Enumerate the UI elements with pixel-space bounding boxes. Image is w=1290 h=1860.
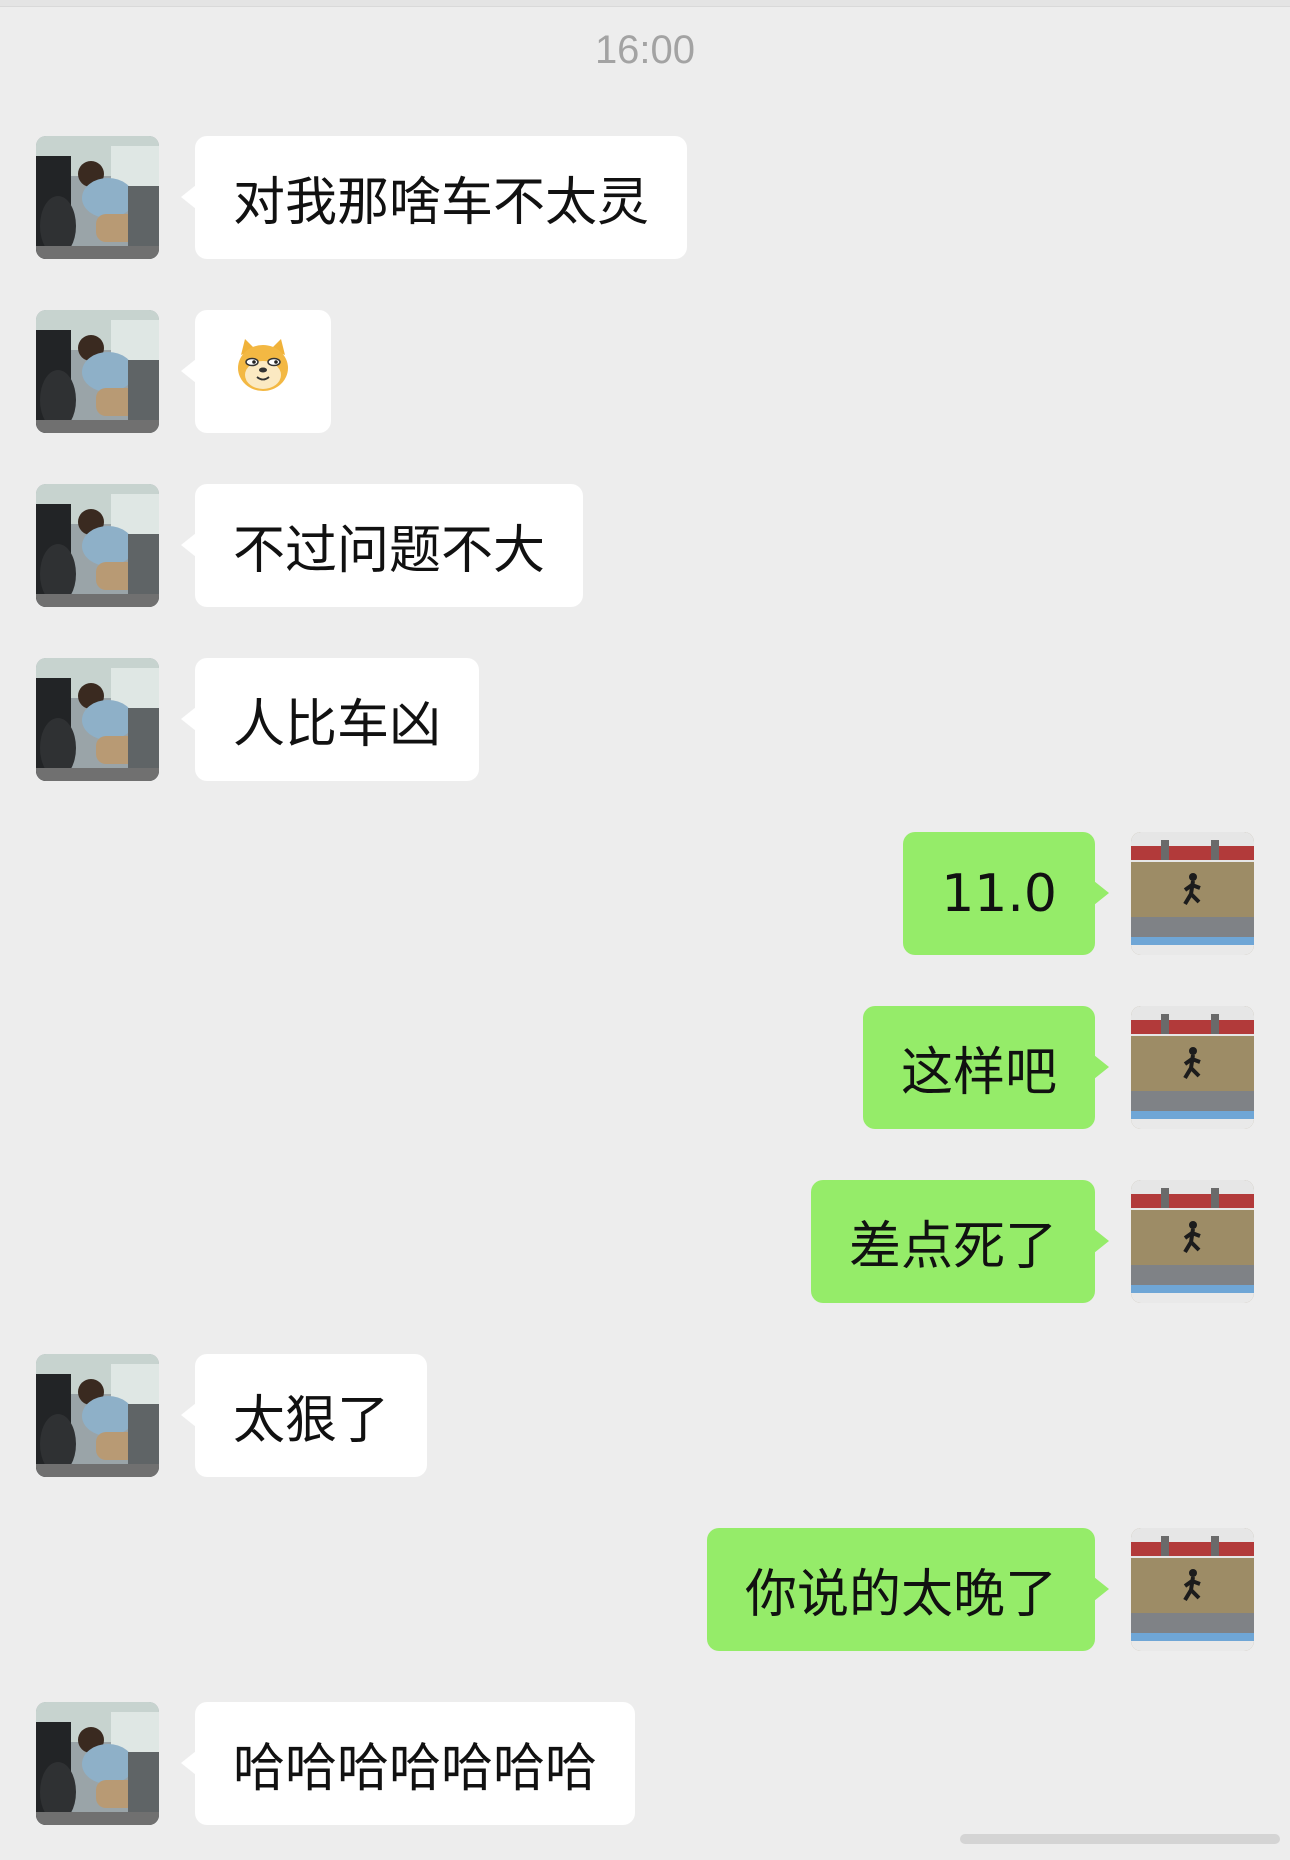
scroll-indicator[interactable] (960, 1834, 1280, 1844)
incoming-message-bubble[interactable] (181, 310, 331, 433)
my-avatar[interactable] (1131, 832, 1254, 955)
contact-avatar-image (36, 1702, 159, 1825)
message-row: 对我那啥车不太灵 (0, 136, 1290, 259)
contact-avatar-image (36, 658, 159, 781)
contact-avatar-image (36, 310, 159, 433)
contact-avatar[interactable] (36, 136, 159, 259)
incoming-message-bubble[interactable]: 不过问题不大 (180, 484, 584, 607)
my-avatar-image (1131, 832, 1254, 955)
incoming-message-bubble[interactable]: 人比车凶 (180, 658, 480, 781)
outgoing-message-bubble[interactable]: 差点死了 (810, 1180, 1110, 1303)
message-row: 差点死了 (0, 1180, 1290, 1303)
chat-message-list[interactable]: 对我那啥车不太灵 不过问题不大 人比车凶 11.0 这样吧 差点死了 太狠了 你… (0, 0, 1290, 1860)
message-row: 太狠了 (0, 1354, 1290, 1477)
contact-avatar-image (36, 136, 159, 259)
incoming-message-bubble[interactable]: 对我那啥车不太灵 (180, 136, 688, 259)
contact-avatar[interactable] (36, 310, 159, 433)
message-row: 你说的太晚了 (0, 1528, 1290, 1651)
doge-emoji-icon (233, 335, 293, 408)
incoming-message-bubble[interactable]: 哈哈哈哈哈哈哈 (180, 1702, 636, 1825)
my-avatar[interactable] (1131, 1528, 1254, 1651)
outgoing-message-bubble[interactable]: 11.0 (903, 832, 1109, 955)
contact-avatar[interactable] (36, 658, 159, 781)
message-row: 哈哈哈哈哈哈哈 (0, 1702, 1290, 1825)
contact-avatar[interactable] (36, 484, 159, 607)
my-avatar[interactable] (1131, 1006, 1254, 1129)
message-row (0, 310, 1290, 433)
outgoing-message-bubble[interactable]: 这样吧 (862, 1006, 1110, 1129)
contact-avatar[interactable] (36, 1354, 159, 1477)
message-row: 这样吧 (0, 1006, 1290, 1129)
message-row: 人比车凶 (0, 658, 1290, 781)
contact-avatar-image (36, 1354, 159, 1477)
my-avatar[interactable] (1131, 1180, 1254, 1303)
contact-avatar[interactable] (36, 1702, 159, 1825)
my-avatar-image (1131, 1006, 1254, 1129)
outgoing-message-bubble[interactable]: 你说的太晚了 (706, 1528, 1110, 1651)
message-row: 11.0 (0, 832, 1290, 955)
contact-avatar-image (36, 484, 159, 607)
incoming-message-bubble[interactable]: 太狠了 (180, 1354, 428, 1477)
my-avatar-image (1131, 1180, 1254, 1303)
message-row: 不过问题不大 (0, 484, 1290, 607)
my-avatar-image (1131, 1528, 1254, 1651)
